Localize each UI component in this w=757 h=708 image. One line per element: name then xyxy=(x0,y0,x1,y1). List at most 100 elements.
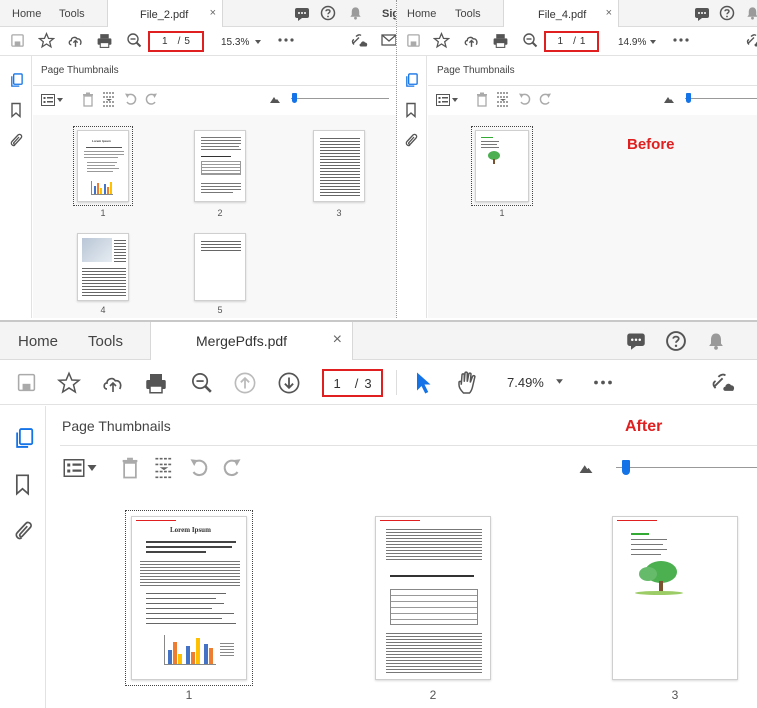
thumbnail-size-slider[interactable] xyxy=(616,467,757,468)
delete-icon[interactable] xyxy=(121,457,139,479)
tab-tools[interactable]: Tools xyxy=(59,8,85,20)
page-thumbnails-icon[interactable] xyxy=(13,426,35,450)
help-icon[interactable] xyxy=(665,330,687,352)
mail-icon[interactable] xyxy=(381,33,396,47)
comment-icon[interactable] xyxy=(294,6,310,22)
insert-page-icon[interactable] xyxy=(154,457,174,479)
page-number-box[interactable]: 1 / 1 xyxy=(544,31,599,52)
tab-tools[interactable]: Tools xyxy=(455,8,481,20)
save-icon[interactable] xyxy=(406,33,421,48)
page-current[interactable]: 1 xyxy=(162,36,168,47)
page-thumbnails-icon[interactable] xyxy=(404,72,419,88)
print-icon[interactable] xyxy=(96,32,113,49)
bell-icon[interactable] xyxy=(745,5,757,21)
zoom-value[interactable]: 15.3% xyxy=(221,37,249,48)
slider-handle[interactable] xyxy=(686,93,691,103)
chevron-down-icon[interactable] xyxy=(649,38,657,46)
tab-home[interactable]: Home xyxy=(12,8,41,20)
attachment-icon[interactable] xyxy=(9,132,23,148)
attachment-icon[interactable] xyxy=(13,519,33,542)
comment-icon[interactable] xyxy=(625,331,647,351)
tab-document[interactable]: File_4.pdf × xyxy=(503,0,619,28)
star-icon[interactable] xyxy=(57,371,81,395)
print-icon[interactable] xyxy=(492,32,509,49)
zoom-out-icon[interactable] xyxy=(522,32,538,48)
tab-document[interactable]: MergePdfs.pdf × xyxy=(150,322,353,361)
thumbnail-2[interactable]: 2 xyxy=(194,130,248,220)
arrow-up-icon[interactable] xyxy=(234,372,256,394)
thumbnail-2[interactable]: 2 xyxy=(375,516,493,702)
more-icon[interactable] xyxy=(593,379,613,386)
star-icon[interactable] xyxy=(433,32,450,49)
thumbnail-5[interactable]: 5 xyxy=(194,233,248,318)
zoom-out-icon[interactable] xyxy=(126,32,142,48)
close-tab-icon[interactable]: × xyxy=(606,7,612,19)
thumbnail-1[interactable]: Lorem Ipsum 1 xyxy=(125,510,255,702)
page-current[interactable]: 1 xyxy=(333,376,340,391)
thumbnail-1[interactable]: Lorem Ipsum 1 xyxy=(73,126,133,218)
page-number-box[interactable]: 1 / 5 xyxy=(148,31,204,52)
thumbnail-size-slider[interactable] xyxy=(291,98,389,99)
close-tab-icon[interactable]: × xyxy=(333,331,342,349)
options-icon[interactable] xyxy=(41,94,63,106)
thumbnail-3[interactable]: 3 xyxy=(612,516,740,702)
tab-home[interactable]: Home xyxy=(18,333,58,350)
truncated-tab-label[interactable]: Sig xyxy=(382,8,396,20)
tab-document[interactable]: File_2.pdf × xyxy=(107,0,223,28)
upload-icon[interactable] xyxy=(463,32,480,49)
thumbnail-size-slider[interactable] xyxy=(685,98,757,99)
thumbnail-1[interactable]: 1 xyxy=(471,126,533,218)
help-icon[interactable] xyxy=(320,5,336,21)
link-cloud-icon[interactable] xyxy=(710,371,738,394)
bookmark-icon[interactable] xyxy=(10,102,22,118)
insert-page-icon[interactable] xyxy=(496,92,510,107)
delete-icon[interactable] xyxy=(476,92,488,107)
close-tab-icon[interactable]: × xyxy=(210,7,216,19)
chevron-down-icon[interactable] xyxy=(555,377,564,386)
zoom-value[interactable]: 7.49% xyxy=(507,375,544,390)
help-icon[interactable] xyxy=(719,5,735,21)
redo-icon[interactable] xyxy=(538,92,552,106)
options-icon[interactable] xyxy=(436,94,458,106)
bell-icon[interactable] xyxy=(706,330,726,352)
bell-icon[interactable] xyxy=(348,5,363,21)
zoom-value[interactable]: 14.9% xyxy=(618,37,646,48)
chevron-down-icon[interactable] xyxy=(254,38,262,46)
page-thumbnails-icon[interactable] xyxy=(9,72,24,88)
star-icon[interactable] xyxy=(38,32,55,49)
arrow-down-icon[interactable] xyxy=(278,372,300,394)
redo-icon[interactable] xyxy=(221,457,242,478)
redo-icon[interactable] xyxy=(144,92,158,106)
undo-icon[interactable] xyxy=(518,92,532,106)
attachment-icon[interactable] xyxy=(404,132,418,148)
cursor-icon[interactable] xyxy=(414,371,432,395)
bookmark-icon[interactable] xyxy=(405,102,417,118)
save-icon[interactable] xyxy=(10,33,25,48)
insert-page-icon[interactable] xyxy=(102,92,116,107)
thumbnail-4[interactable]: 4 xyxy=(77,233,131,318)
thumbnail-toolbar xyxy=(60,445,757,489)
thumbnail-3[interactable]: 3 xyxy=(313,130,367,220)
tab-home[interactable]: Home xyxy=(407,8,436,20)
bookmark-icon[interactable] xyxy=(14,473,31,496)
upload-icon[interactable] xyxy=(101,371,125,395)
upload-icon[interactable] xyxy=(67,32,84,49)
undo-icon[interactable] xyxy=(124,92,138,106)
options-icon[interactable] xyxy=(63,459,97,477)
link-cloud-icon[interactable] xyxy=(745,32,757,49)
comment-icon[interactable] xyxy=(694,6,710,22)
zoom-out-icon[interactable] xyxy=(190,371,213,394)
link-cloud-icon[interactable] xyxy=(350,32,370,49)
tab-tools[interactable]: Tools xyxy=(88,333,123,350)
slider-handle[interactable] xyxy=(622,460,630,475)
delete-icon[interactable] xyxy=(82,92,94,107)
more-icon[interactable] xyxy=(673,37,689,43)
page-number-box[interactable]: 1 / 3 xyxy=(322,369,383,397)
print-icon[interactable] xyxy=(144,371,168,395)
more-icon[interactable] xyxy=(278,37,294,43)
save-icon[interactable] xyxy=(16,372,37,393)
slider-handle[interactable] xyxy=(292,93,297,103)
undo-icon[interactable] xyxy=(189,457,210,478)
hand-icon[interactable] xyxy=(456,370,480,395)
page-current[interactable]: 1 xyxy=(558,36,564,47)
